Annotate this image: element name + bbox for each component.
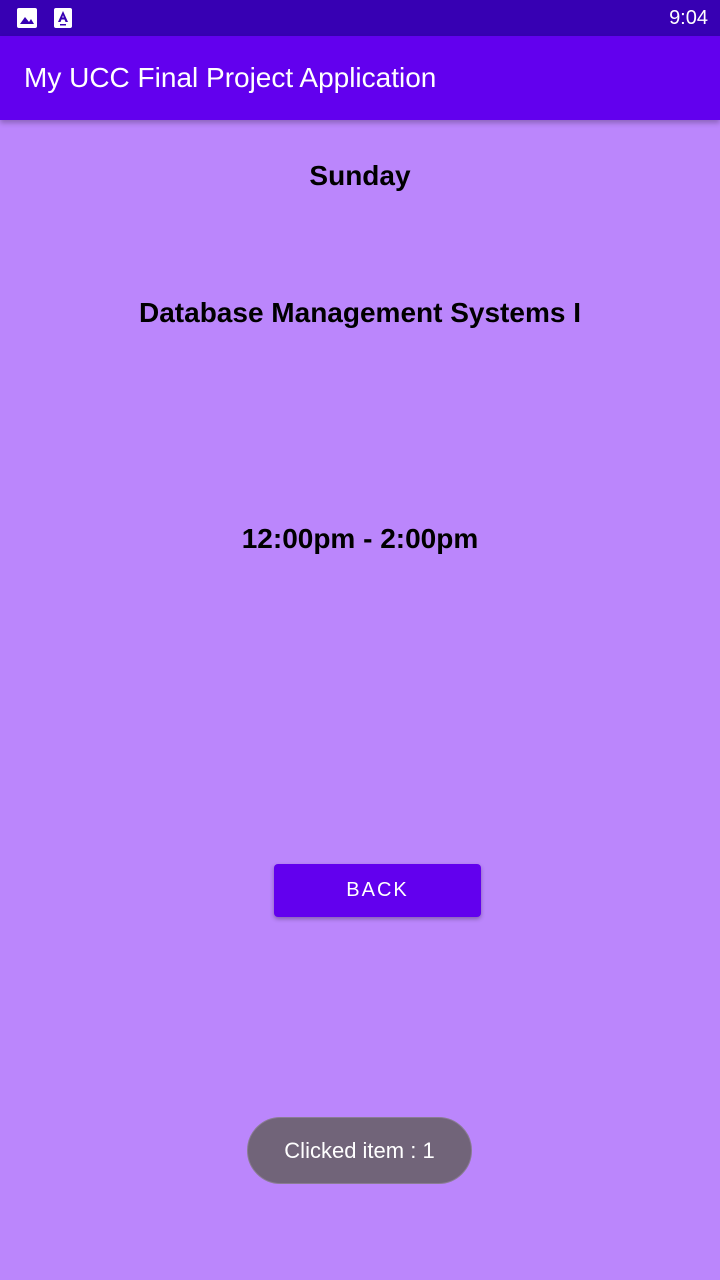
app-bar: My UCC Final Project Application xyxy=(0,36,720,120)
day-label: Sunday xyxy=(309,160,411,191)
app-title: My UCC Final Project Application xyxy=(24,62,437,93)
back-button[interactable]: BACK xyxy=(274,864,481,917)
accessibility-app-icon xyxy=(53,7,75,29)
status-bar: 9:04 xyxy=(0,0,720,36)
image-icon xyxy=(16,7,38,29)
time-range: 12:00pm - 2:00pm xyxy=(241,523,479,554)
status-time: 9:04 xyxy=(669,7,708,29)
toast-message: Clicked item : 1 xyxy=(247,1117,472,1184)
screen: 9:04 My UCC Final Project Application Su… xyxy=(0,0,720,1280)
course-title: Database Management Systems I xyxy=(139,297,581,328)
